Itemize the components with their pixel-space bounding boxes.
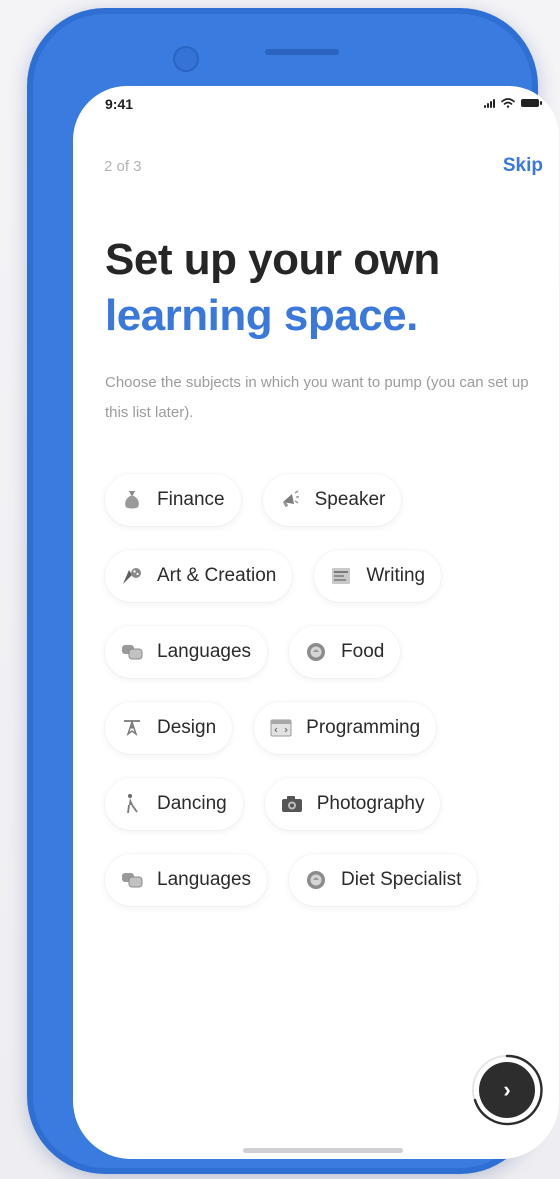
speech-bubbles-icon <box>121 641 143 663</box>
chip-label: Languages <box>157 641 252 662</box>
front-camera <box>173 46 199 72</box>
chip-label: Art & Creation <box>157 565 277 586</box>
dancer-icon <box>121 793 143 815</box>
subject-chip-finance[interactable]: Finance <box>105 474 241 526</box>
subject-chip-photography[interactable]: Photography <box>264 778 441 830</box>
design-icon <box>121 717 143 739</box>
camera-icon <box>281 793 303 815</box>
page-title: Set up your own learning space. <box>105 232 440 344</box>
subject-chip-programming[interactable]: Programming <box>254 702 437 754</box>
signal-icon <box>484 98 495 108</box>
subject-chip-dancing[interactable]: Dancing <box>105 778 243 830</box>
art-icon <box>121 565 143 587</box>
chip-row: Art & Creation Writing <box>105 550 545 602</box>
next-button[interactable]: › <box>471 1054 543 1126</box>
chip-row: Dancing Photography <box>105 778 545 830</box>
subject-chip-languages-2[interactable]: Languages <box>105 854 268 906</box>
chip-row: Design Programming <box>105 702 545 754</box>
subject-chip-food[interactable]: Food <box>289 626 401 678</box>
home-indicator <box>243 1148 403 1153</box>
megaphone-icon <box>279 489 301 511</box>
speech-bubbles-icon <box>121 869 143 891</box>
status-bar: 9:41 <box>73 86 559 126</box>
chip-label: Writing <box>366 565 426 586</box>
chip-label: Photography <box>316 793 425 814</box>
subject-chip-list: Finance Speaker Art & Creation Writing L… <box>105 474 545 930</box>
onboarding-progress: 2 of 3 <box>104 158 142 175</box>
food-icon <box>305 869 327 891</box>
subject-chip-languages[interactable]: Languages <box>105 626 268 678</box>
chip-label: Finance <box>157 489 225 510</box>
battery-icon <box>521 99 542 107</box>
chip-row: Finance Speaker <box>105 474 545 526</box>
chip-label: Dancing <box>157 793 227 814</box>
subject-chip-speaker[interactable]: Speaker <box>262 474 402 526</box>
code-window-icon <box>270 717 292 739</box>
title-line-2: learning space. <box>105 291 418 340</box>
chip-label: Diet Specialist <box>341 869 462 890</box>
wifi-icon <box>501 98 515 108</box>
chevron-right-icon: › <box>503 1077 511 1102</box>
chip-label: Food <box>341 641 385 662</box>
phone-screen: 9:41 2 of 3 Skip Set up your own learnin… <box>73 86 559 1159</box>
chip-row: Languages Food <box>105 626 545 678</box>
status-time: 9:41 <box>105 96 134 112</box>
stage: 9:41 2 of 3 Skip Set up your own learnin… <box>0 0 560 1179</box>
chip-label: Languages <box>157 869 252 890</box>
subject-chip-art-creation[interactable]: Art & Creation <box>105 550 293 602</box>
subject-chip-design[interactable]: Design <box>105 702 233 754</box>
chip-label: Programming <box>306 717 421 738</box>
subject-chip-writing[interactable]: Writing <box>314 550 442 602</box>
chip-row: Languages Diet Specialist <box>105 854 545 906</box>
phone-frame: 9:41 2 of 3 Skip Set up your own learnin… <box>27 8 559 1174</box>
chip-label: Speaker <box>314 489 386 510</box>
page-subtitle: Choose the subjects in which you want to… <box>105 374 529 421</box>
title-line-1: Set up your own <box>105 235 440 284</box>
chip-label: Design <box>157 717 217 738</box>
food-icon <box>305 641 327 663</box>
subject-chip-diet-specialist[interactable]: Diet Specialist <box>289 854 478 906</box>
status-icons <box>484 98 542 108</box>
writing-icon <box>330 565 352 587</box>
money-bag-icon <box>121 489 143 511</box>
next-button-core: › <box>479 1062 535 1118</box>
earpiece-speaker <box>265 49 339 55</box>
skip-button[interactable]: Skip <box>503 155 543 177</box>
